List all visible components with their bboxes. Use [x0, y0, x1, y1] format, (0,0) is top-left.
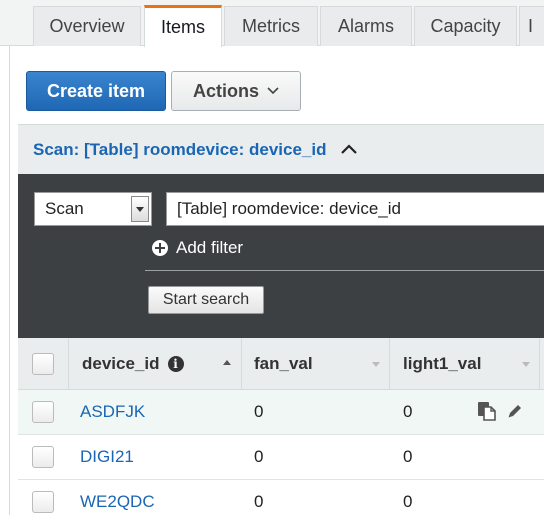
table-row[interactable]: WE2QDC 0 0	[18, 480, 544, 515]
tab-capacity-label: Capacity	[430, 16, 501, 36]
content-left-border	[9, 46, 10, 515]
tab-metrics[interactable]: Metrics	[224, 6, 318, 46]
actions-label: Actions	[192, 80, 259, 101]
tab-overflow[interactable]: I	[519, 6, 544, 46]
table-row[interactable]: DIGI21 0 0	[18, 435, 544, 480]
chevron-up-icon[interactable]	[339, 140, 359, 160]
select-arrow-icon[interactable]	[131, 196, 149, 222]
chevron-down-icon	[267, 84, 279, 98]
cell-light1-val: 0	[403, 402, 413, 421]
table-index-select[interactable]: [Table] roomdevice: device_id	[166, 192, 544, 226]
sort-icon[interactable]	[372, 362, 380, 367]
start-search-label: Start search	[162, 291, 250, 308]
pencil-icon[interactable]	[506, 402, 524, 425]
cell-device-id[interactable]: DIGI21	[80, 435, 134, 479]
table-header: device_id i fan_val light1_val	[18, 338, 544, 390]
create-item-label: Create item	[46, 80, 146, 101]
tab-overview-label: Overview	[49, 16, 125, 36]
column-header-fan-val[interactable]: fan_val	[254, 338, 313, 390]
copy-icon[interactable]	[476, 400, 498, 427]
tab-capacity[interactable]: Capacity	[414, 6, 517, 46]
table-row[interactable]: ASDFJK 0 0	[18, 390, 544, 435]
table-index-value: [Table] roomdevice: device_id	[177, 199, 401, 218]
tab-overview[interactable]: Overview	[33, 6, 141, 46]
add-filter-link[interactable]: Add filter	[152, 238, 243, 258]
tab-bar: Overview Items Metrics Alarms Capacity I	[0, 0, 544, 47]
cell-light1-val: 0	[403, 447, 413, 466]
row-actions	[476, 400, 524, 427]
cell-device-id[interactable]: ASDFJK	[80, 390, 145, 434]
cell-fan-val: 0	[254, 492, 264, 511]
scan-mode-select[interactable]: Scan	[34, 192, 152, 226]
column-header-light1-val[interactable]: light1_val	[403, 338, 481, 390]
cell-light1-val: 0	[403, 492, 413, 511]
row-checkbox[interactable]	[32, 491, 54, 513]
scan-mode-value: Scan	[45, 199, 84, 218]
column-device-id-label: device_id	[82, 354, 160, 373]
scan-panel-header[interactable]: Scan: [Table] roomdevice: device_id	[18, 124, 544, 174]
row-checkbox[interactable]	[32, 401, 54, 423]
select-all-checkbox[interactable]	[32, 353, 54, 375]
cell-fan-val: 0	[254, 402, 264, 421]
scan-panel-title: Scan: [Table] roomdevice: device_id	[33, 139, 327, 159]
add-filter-label: Add filter	[176, 238, 244, 257]
filter-divider	[145, 270, 544, 271]
start-search-button[interactable]: Start search	[148, 286, 264, 314]
sort-icon[interactable]	[522, 362, 530, 367]
row-checkbox[interactable]	[32, 446, 54, 468]
cell-device-id[interactable]: WE2QDC	[80, 480, 155, 515]
tab-overflow-label: I	[528, 16, 534, 36]
tab-items[interactable]: Items	[144, 5, 222, 47]
tab-alarms-label: Alarms	[337, 16, 394, 36]
tab-metrics-label: Metrics	[242, 16, 300, 36]
tab-items-label: Items	[160, 17, 205, 37]
cell-fan-val: 0	[254, 447, 264, 466]
column-header-device-id[interactable]: device_id i	[82, 338, 184, 390]
column-light1-val-label: light1_val	[403, 354, 482, 373]
actions-dropdown-button[interactable]: Actions	[171, 71, 301, 111]
plus-circle-icon	[152, 240, 168, 256]
tab-alarms[interactable]: Alarms	[320, 6, 412, 46]
info-icon[interactable]: i	[167, 356, 184, 372]
column-fan-val-label: fan_val	[254, 354, 313, 373]
sort-ascending-icon[interactable]	[223, 360, 231, 365]
create-item-button[interactable]: Create item	[26, 71, 166, 111]
